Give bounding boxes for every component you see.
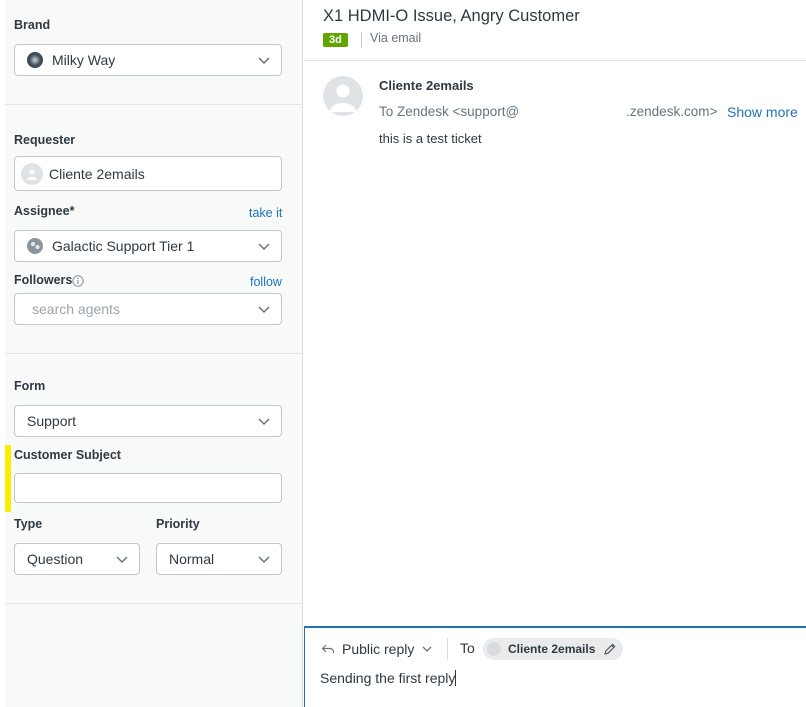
section-divider [5, 603, 302, 604]
chevron-down-icon [116, 556, 128, 564]
pencil-icon[interactable] [603, 642, 617, 656]
reply-icon [321, 644, 335, 653]
section-divider [5, 104, 302, 105]
brand-label: Brand [14, 18, 51, 32]
recipient-prefix: To Zendesk <support@ [379, 104, 520, 119]
user-icon [21, 162, 43, 185]
type-value: Question [27, 551, 84, 567]
age-badge: 3d [323, 33, 348, 47]
header-divider [304, 60, 806, 61]
channel-label: Via email [370, 31, 422, 45]
followers-label: Followers [14, 273, 73, 287]
form-select[interactable]: Support [14, 405, 282, 437]
reply-text: Sending the first reply [320, 670, 456, 686]
to-label: To [460, 640, 475, 656]
assignee-select[interactable]: Galactic Support Tier 1 [14, 230, 282, 262]
form-label: Form [14, 379, 46, 393]
reply-type-selector[interactable]: Public reply [342, 641, 414, 657]
form-value: Support [27, 413, 77, 429]
chevron-down-icon [258, 306, 270, 314]
requester-field[interactable]: Cliente 2emails [14, 156, 282, 191]
recipient-chip[interactable]: Cliente 2emails [483, 638, 624, 660]
chevron-down-icon[interactable] [421, 643, 433, 655]
info-icon[interactable] [72, 275, 84, 287]
composer-separator [447, 638, 448, 660]
recipient-line: To Zendesk <support@ .zendesk.com> [379, 104, 717, 119]
customer-subject-label: Customer Subject [14, 448, 121, 462]
sender-avatar[interactable] [323, 76, 363, 116]
highlight-marker [5, 445, 11, 512]
type-label: Type [14, 517, 43, 531]
header-separator [361, 32, 362, 48]
brand-value: Milky Way [52, 52, 116, 68]
reply-composer[interactable]: Public reply To Cliente 2emails Sending … [304, 626, 806, 707]
group-icon [27, 238, 43, 254]
sender-name[interactable]: Cliente 2emails [379, 78, 474, 93]
user-icon [330, 84, 356, 112]
reply-editor[interactable]: Sending the first reply [320, 670, 457, 686]
ticket-subject[interactable]: X1 HDMI-O Issue, Angry Customer [323, 7, 580, 26]
followers-placeholder: search agents [32, 301, 120, 317]
user-icon [487, 642, 501, 656]
section-divider [5, 353, 302, 354]
followers-search-select[interactable]: search agents [14, 293, 282, 325]
show-more-link[interactable]: Show more [727, 104, 798, 120]
text-caret [455, 670, 457, 686]
chevron-down-icon [258, 418, 270, 426]
brand-logo-icon [27, 52, 43, 68]
recipient-suffix: .zendesk.com> [626, 104, 718, 119]
recipient-name: Cliente 2emails [508, 642, 596, 656]
assignee-value: Galactic Support Tier 1 [52, 238, 195, 254]
priority-label: Priority [156, 517, 200, 531]
chevron-down-icon [258, 57, 270, 65]
type-select[interactable]: Question [14, 543, 140, 575]
assignee-label: Assignee* [14, 204, 75, 218]
message-body: this is a test ticket [379, 131, 482, 146]
chevron-down-icon [258, 556, 270, 564]
conversation-panel: X1 HDMI-O Issue, Angry Customer 3d Via e… [304, 0, 806, 707]
ticket-properties-panel: Brand Milky Way Requester Cliente 2email… [5, 0, 303, 707]
brand-select[interactable]: Milky Way [14, 44, 282, 76]
requester-label: Requester [14, 133, 76, 147]
follow-link[interactable]: follow [250, 275, 282, 289]
priority-value: Normal [169, 551, 215, 567]
customer-subject-input[interactable] [14, 473, 282, 503]
requester-value: Cliente 2emails [49, 165, 145, 182]
priority-select[interactable]: Normal [156, 543, 282, 575]
take-it-link[interactable]: take it [249, 206, 282, 220]
chevron-down-icon [258, 243, 270, 251]
